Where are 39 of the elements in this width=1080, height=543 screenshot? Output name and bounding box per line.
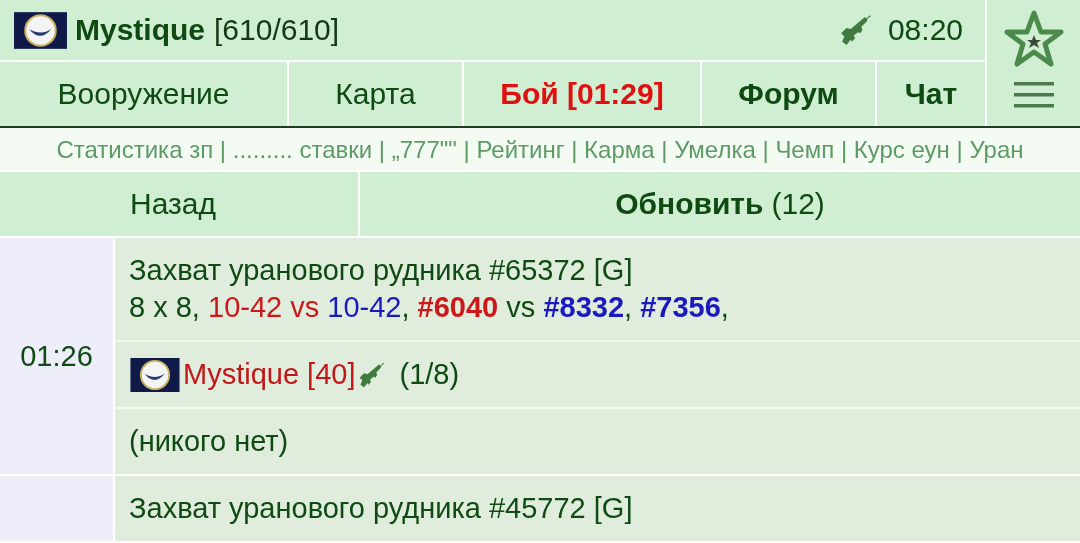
link-separator: | xyxy=(956,136,963,163)
battle-title[interactable]: Захват уранового рудника #45772 [G] xyxy=(129,490,1066,527)
nav-tab[interactable]: Бой [01:29] xyxy=(462,62,700,126)
battle-time: 01:26 xyxy=(20,339,93,373)
battle-title[interactable]: Захват уранового рудника #65372 [G] xyxy=(129,252,1066,289)
stat-link[interactable]: Чемп xyxy=(775,136,835,163)
rifle-icon xyxy=(357,360,386,389)
nav-tab[interactable]: Карта xyxy=(287,62,462,126)
nav-tab[interactable]: Вооружение xyxy=(0,62,287,126)
refresh-button[interactable]: Обновить (12) xyxy=(360,172,1080,236)
stat-link[interactable]: Статистика зп xyxy=(56,136,214,163)
stat-link[interactable]: „777"" xyxy=(391,136,457,163)
nav-tab[interactable]: Чат xyxy=(875,62,985,126)
battle-details: 8 x 8, 10-42 vs 10-42, #6040 vs #8332, #7356, xyxy=(129,290,730,325)
stat-link[interactable]: Карма xyxy=(584,136,655,163)
back-button[interactable]: Назад xyxy=(0,172,358,236)
menu-icon[interactable] xyxy=(1013,82,1054,108)
team-count: (1/8) xyxy=(399,358,460,391)
player-name[interactable]: Mystique xyxy=(75,13,206,47)
clock-text: 08:20 xyxy=(887,13,963,47)
team-player[interactable]: Mystique [40] xyxy=(183,358,356,391)
stat-link[interactable]: Рейтинг xyxy=(476,136,565,163)
link-separator: | xyxy=(661,136,668,163)
avatar-icon xyxy=(129,357,181,392)
link-separator: | xyxy=(378,136,386,163)
link-separator: | xyxy=(463,136,470,163)
avatar-icon xyxy=(14,11,67,49)
empty-team-text: (никого нет) xyxy=(129,425,289,458)
link-separator: | xyxy=(840,136,848,163)
link-separator: | xyxy=(571,136,578,163)
nav-tab[interactable]: Форум xyxy=(700,62,875,126)
stat-link[interactable]: ......... ставки xyxy=(232,136,373,163)
stat-link[interactable]: Умелка xyxy=(674,136,756,163)
link-separator: | xyxy=(219,136,227,163)
link-separator: | xyxy=(762,136,769,163)
stat-link[interactable]: Курс еун xyxy=(853,136,950,163)
stat-link[interactable]: Уран xyxy=(969,136,1024,163)
star-icon[interactable] xyxy=(1003,10,1064,68)
health-text: [610/610] xyxy=(214,13,340,47)
